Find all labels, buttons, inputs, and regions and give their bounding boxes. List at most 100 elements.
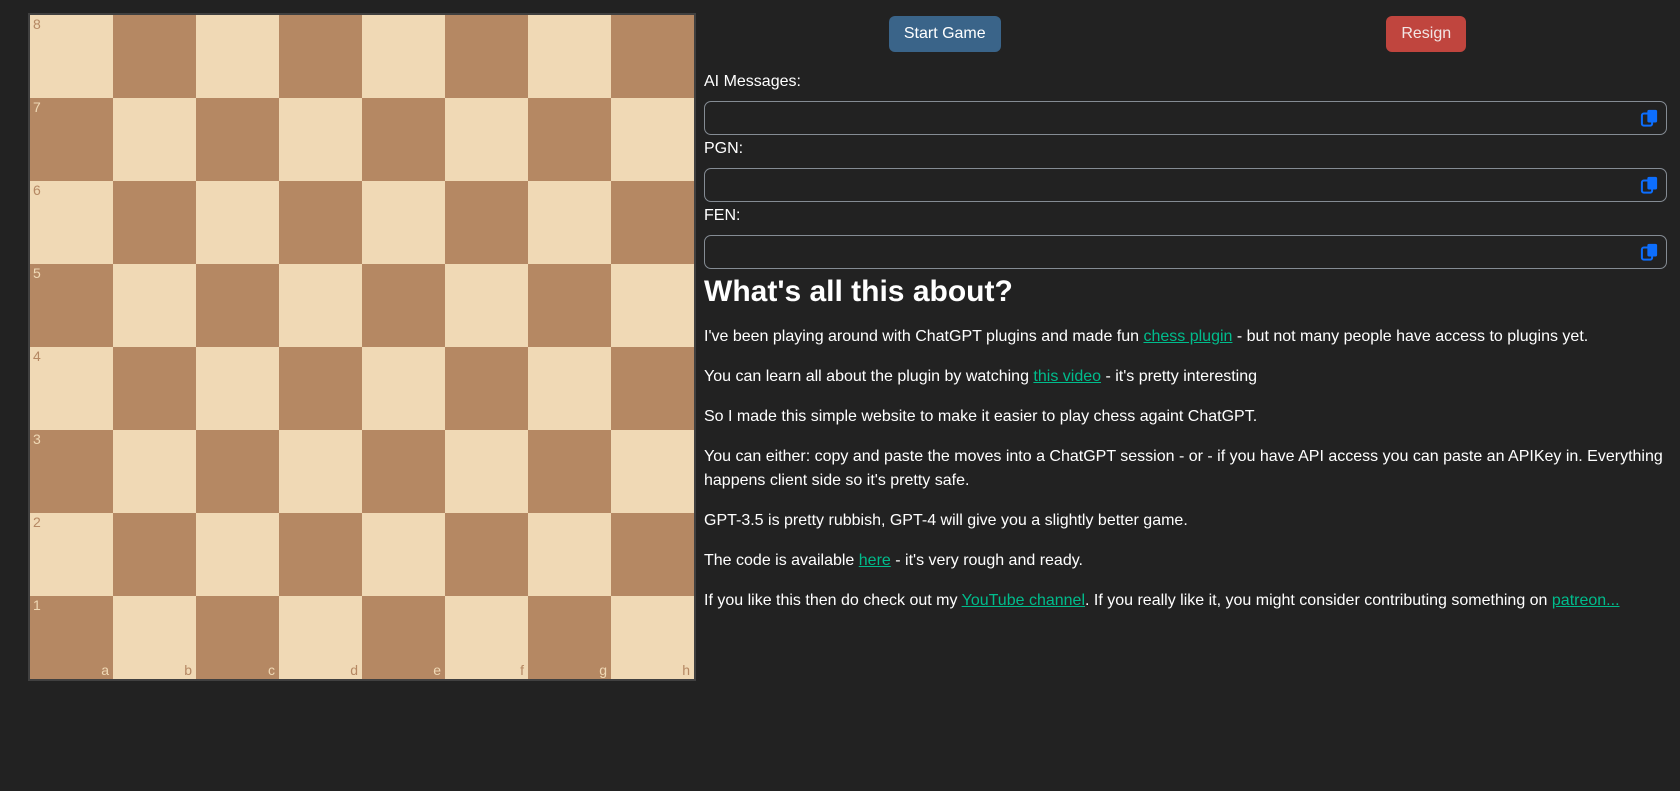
square-h8[interactable] [611, 15, 694, 98]
square-d1[interactable]: d [279, 596, 362, 679]
square-b6[interactable] [113, 181, 196, 264]
square-f2[interactable] [445, 513, 528, 596]
square-g6[interactable] [528, 181, 611, 264]
button-row: Start Game Resign [704, 16, 1667, 52]
chess-plugin-link[interactable]: chess plugin [1143, 328, 1232, 345]
square-c6[interactable] [196, 181, 279, 264]
square-c4[interactable] [196, 347, 279, 430]
resign-button[interactable]: Resign [1386, 16, 1467, 52]
square-e8[interactable] [362, 15, 445, 98]
square-h4[interactable] [611, 347, 694, 430]
about-paragraph: The code is available here - it's very r… [704, 549, 1667, 573]
square-f6[interactable] [445, 181, 528, 264]
square-e5[interactable] [362, 264, 445, 347]
square-f3[interactable] [445, 430, 528, 513]
ai-messages-input[interactable] [704, 101, 1667, 135]
square-h5[interactable] [611, 264, 694, 347]
square-a1[interactable]: 1a [30, 596, 113, 679]
square-c8[interactable] [196, 15, 279, 98]
square-b3[interactable] [113, 430, 196, 513]
square-g4[interactable] [528, 347, 611, 430]
about-text: - but not many people have access to plu… [1232, 328, 1589, 345]
rank-label-3: 3 [33, 431, 41, 447]
youtube-channel-link[interactable]: YouTube channel [962, 592, 1085, 609]
copy-fen-button[interactable] [1638, 241, 1661, 264]
about-paragraph: You can learn all about the plugin by wa… [704, 365, 1667, 389]
square-h7[interactable] [611, 98, 694, 181]
square-g7[interactable] [528, 98, 611, 181]
about-text: The code is available [704, 552, 859, 569]
square-b1[interactable]: b [113, 596, 196, 679]
square-a6[interactable]: 6 [30, 181, 113, 264]
this-video-link[interactable]: this video [1033, 368, 1101, 385]
fen-field [704, 235, 1667, 269]
square-f4[interactable] [445, 347, 528, 430]
square-g5[interactable] [528, 264, 611, 347]
square-a3[interactable]: 3 [30, 430, 113, 513]
rank-label-5: 5 [33, 265, 41, 281]
copy-icon [1640, 176, 1659, 198]
copy-pgn-button[interactable] [1638, 174, 1661, 197]
square-c1[interactable]: c [196, 596, 279, 679]
square-h1[interactable]: h [611, 596, 694, 679]
start-game-button[interactable]: Start Game [888, 16, 1001, 52]
copy-ai-messages-button[interactable] [1638, 107, 1661, 130]
square-a5[interactable]: 5 [30, 264, 113, 347]
about-heading: What's all this about? [704, 275, 1013, 308]
square-a2[interactable]: 2 [30, 513, 113, 596]
pgn-input[interactable] [704, 168, 1667, 202]
square-a8[interactable]: 8 [30, 15, 113, 98]
fen-input[interactable] [704, 235, 1667, 269]
square-b4[interactable] [113, 347, 196, 430]
pgn-field [704, 168, 1667, 202]
patreon-link[interactable]: patreon... [1552, 592, 1620, 609]
file-label-b: b [184, 662, 192, 678]
square-g3[interactable] [528, 430, 611, 513]
ai-messages-label: AI Messages: [704, 73, 801, 90]
square-g2[interactable] [528, 513, 611, 596]
square-c7[interactable] [196, 98, 279, 181]
pgn-label: PGN: [704, 140, 744, 157]
about-text: - it's pretty interesting [1101, 368, 1258, 385]
file-label-h: h [682, 662, 690, 678]
fen-label: FEN: [704, 207, 741, 224]
square-d8[interactable] [279, 15, 362, 98]
square-e3[interactable] [362, 430, 445, 513]
square-c2[interactable] [196, 513, 279, 596]
square-d6[interactable] [279, 181, 362, 264]
square-b8[interactable] [113, 15, 196, 98]
square-d4[interactable] [279, 347, 362, 430]
square-e4[interactable] [362, 347, 445, 430]
rank-label-8: 8 [33, 16, 41, 32]
about-text: You can either: copy and paste the moves… [704, 448, 1663, 489]
rank-label-2: 2 [33, 514, 41, 530]
square-c3[interactable] [196, 430, 279, 513]
square-e6[interactable] [362, 181, 445, 264]
square-h2[interactable] [611, 513, 694, 596]
square-d7[interactable] [279, 98, 362, 181]
square-f5[interactable] [445, 264, 528, 347]
square-f1[interactable]: f [445, 596, 528, 679]
square-d2[interactable] [279, 513, 362, 596]
square-e1[interactable]: e [362, 596, 445, 679]
chess-board[interactable]: 8 765 4 3 2 1a bcdefg h [28, 13, 696, 681]
square-d5[interactable] [279, 264, 362, 347]
here-link[interactable]: here [859, 552, 891, 569]
square-d3[interactable] [279, 430, 362, 513]
rank-label-4: 4 [33, 348, 41, 364]
square-f8[interactable] [445, 15, 528, 98]
square-h6[interactable] [611, 181, 694, 264]
square-e2[interactable] [362, 513, 445, 596]
square-b7[interactable] [113, 98, 196, 181]
square-b2[interactable] [113, 513, 196, 596]
square-g1[interactable]: g [528, 596, 611, 679]
square-a7[interactable]: 7 [30, 98, 113, 181]
square-g8[interactable] [528, 15, 611, 98]
about-text: I've been playing around with ChatGPT pl… [704, 328, 1144, 345]
square-h3[interactable] [611, 430, 694, 513]
square-b5[interactable] [113, 264, 196, 347]
square-c5[interactable] [196, 264, 279, 347]
square-e7[interactable] [362, 98, 445, 181]
square-f7[interactable] [445, 98, 528, 181]
square-a4[interactable]: 4 [30, 347, 113, 430]
